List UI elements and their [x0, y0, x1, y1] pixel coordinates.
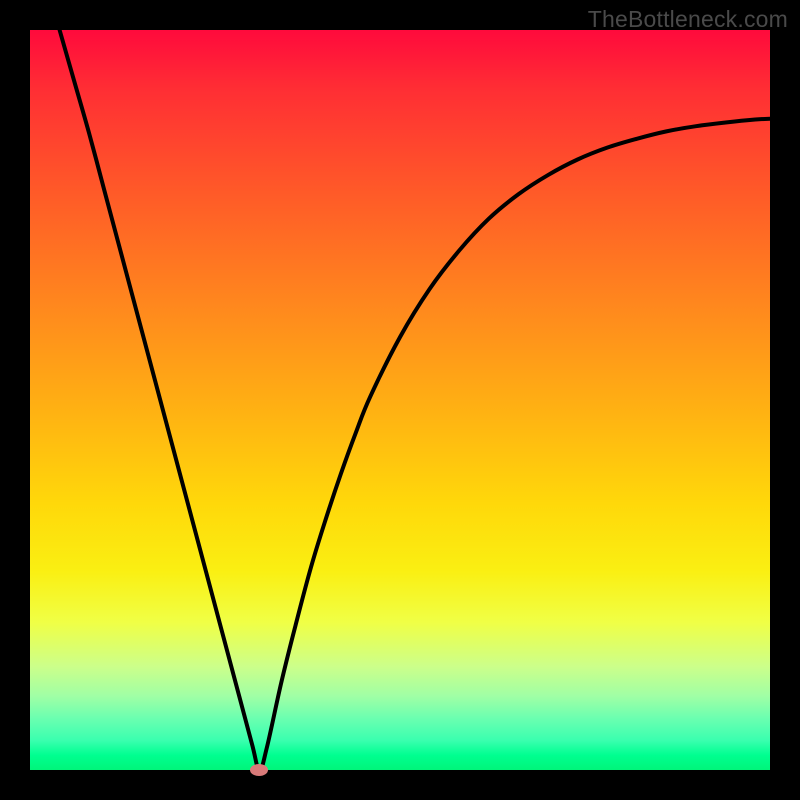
minimum-marker [250, 764, 268, 776]
bottleneck-curve [30, 30, 770, 770]
plot-area [30, 30, 770, 770]
chart-frame: TheBottleneck.com [0, 0, 800, 800]
watermark-text: TheBottleneck.com [588, 6, 788, 33]
